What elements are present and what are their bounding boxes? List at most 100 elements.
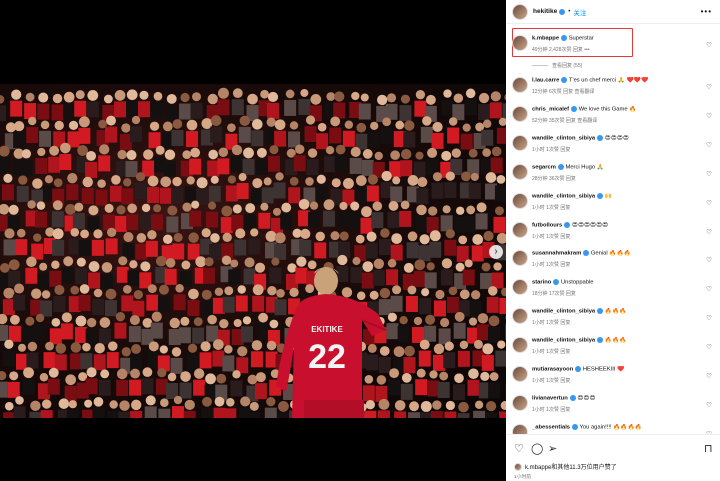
comment-text: You again!!!! 🔥🔥🔥🔥 xyxy=(579,424,643,431)
comment-username[interactable]: segarcm xyxy=(532,164,556,170)
comment-username[interactable]: _abessentials xyxy=(532,424,570,430)
like-comment-heart-icon[interactable]: ♡ xyxy=(706,83,712,91)
comment-meta: 1小时 1次赞 回复 xyxy=(532,320,571,327)
likes-summary[interactable]: k.mbappe和其他11.3万位用户赞了 xyxy=(525,462,617,471)
comment-meta: 1小时 1次赞 回复 xyxy=(532,406,571,413)
comment-text: 😍😍😍😍😍😍 xyxy=(571,222,609,229)
comment-meta: 1小时 1次赞 回复 xyxy=(532,146,571,153)
follow-button[interactable]: 关注 xyxy=(573,7,586,17)
like-comment-heart-icon[interactable]: ♡ xyxy=(706,199,712,207)
like-comment-heart-icon[interactable]: ♡ xyxy=(706,256,712,264)
comment-row: futbollours 😍😍😍😍😍😍 1小时 1次赞 回复 ♡ xyxy=(512,221,716,249)
avatar[interactable] xyxy=(512,366,528,382)
jersey-name: EKITIKE xyxy=(311,325,343,334)
comment-text: Unstoppable xyxy=(560,279,594,286)
avatar[interactable] xyxy=(512,279,528,296)
verified-badge-icon xyxy=(561,35,568,41)
comment-text: 🔥🔥🔥 xyxy=(604,308,627,315)
like-comment-heart-icon[interactable]: ♡ xyxy=(706,314,712,322)
bookmark-icon[interactable]: ⊓ xyxy=(704,442,713,455)
avatar[interactable] xyxy=(512,35,528,51)
like-comment-heart-icon[interactable]: ♡ xyxy=(706,401,712,409)
comment-meta: 52分钟 35次赞 回复 查看翻译 xyxy=(532,117,598,124)
verified-badge-icon xyxy=(553,279,560,286)
more-options-icon[interactable]: ••• xyxy=(701,7,712,16)
avatar[interactable] xyxy=(512,105,528,122)
comment-row: mutiarasayoon HESHEEKIII ❤️ 1小时 1次赞 回复 ♡ xyxy=(512,365,716,393)
avatar[interactable] xyxy=(512,134,528,151)
comment-username[interactable]: livianavertun xyxy=(532,395,568,401)
comment-username[interactable]: futbollours xyxy=(532,222,562,228)
like-comment-heart-icon[interactable]: ♡ xyxy=(706,285,712,293)
comment-username[interactable]: susannahmakram xyxy=(532,251,581,257)
verified-badge-icon xyxy=(569,394,576,401)
avatar[interactable] xyxy=(512,394,528,411)
post-media-area: 22 EKITIKE › xyxy=(0,0,506,481)
instagram-post-view: 22 EKITIKE › hekitike • 关注 ••• k.mbappe … xyxy=(0,0,720,481)
comment-username[interactable]: wandile_clinton_sibiya xyxy=(532,309,595,315)
comment-text: 🔥🔥🔥 xyxy=(604,337,627,344)
comment-text: T'es un chef merci 🙏 ❤️❤️❤️ xyxy=(568,77,649,84)
comment-row: wandile_clinton_sibiya 🔥🔥🔥 1小时 1次赞 回复 ♡ xyxy=(512,307,716,335)
share-icon[interactable]: ➢ xyxy=(548,442,557,455)
verified-badge-icon xyxy=(559,8,566,15)
comment-username[interactable]: chris_micalef xyxy=(532,106,569,112)
comment-meta: 28分钟 36次赞 回复 xyxy=(532,175,576,182)
like-comment-heart-icon[interactable]: ♡ xyxy=(706,141,712,149)
avatar[interactable] xyxy=(512,337,528,354)
author-avatar[interactable] xyxy=(512,3,528,20)
comment-username[interactable]: wandile_clinton_sibiya xyxy=(532,193,595,199)
avatar[interactable] xyxy=(512,221,528,238)
like-comment-heart-icon[interactable]: ♡ xyxy=(706,228,712,236)
comment-meta: 12分钟 6次赞 回复 查看翻译 xyxy=(532,89,595,95)
comment-text: Superstar xyxy=(568,35,594,42)
comment-icon[interactable]: ◯ xyxy=(531,442,543,455)
comment-row: _abessentials You again!!!! 🔥🔥🔥🔥♡ xyxy=(512,423,716,434)
comment-meta: 1小时 1次赞 回复 xyxy=(532,378,571,384)
heart-icon[interactable]: ♡ xyxy=(514,442,524,455)
verified-badge-icon xyxy=(557,163,564,170)
like-comment-heart-icon[interactable]: ♡ xyxy=(706,343,712,351)
avatar[interactable] xyxy=(512,77,528,93)
author-username[interactable]: hekitike xyxy=(533,8,557,15)
verified-badge-icon xyxy=(583,250,590,257)
verified-badge-icon xyxy=(561,77,568,83)
like-comment-heart-icon[interactable]: ♡ xyxy=(706,372,712,380)
comment-highlighted: k.mbappe Superstar 49分钟 2,428次赞 回复 ••• ♡ xyxy=(512,34,716,62)
like-comment-heart-icon[interactable]: ♡ xyxy=(706,41,712,49)
avatar[interactable] xyxy=(512,163,528,180)
comment-row: wandile_clinton_sibiya 😍😍😍😍 1小时 1次赞 回复 ♡ xyxy=(512,134,716,162)
comment-username[interactable]: wandile_clinton_sibiya xyxy=(532,135,595,141)
comment-text: We love this Game 🔥 xyxy=(578,106,637,113)
verified-badge-icon xyxy=(575,366,582,372)
avatar[interactable] xyxy=(512,192,528,209)
comment-username[interactable]: starino xyxy=(532,280,551,286)
verified-badge-icon xyxy=(564,221,571,228)
comment-username[interactable]: l.lau.carre xyxy=(532,78,559,84)
comment-username[interactable]: k.mbappe xyxy=(532,36,559,42)
comment-username[interactable]: wandile_clinton_sibiya xyxy=(532,338,595,344)
comment-text: 😍😍😍 xyxy=(577,395,596,402)
comment-row: wandile_clinton_sibiya 🙌 1小时 1次赞 回复 ♡ xyxy=(512,192,716,220)
player-figure: 22 EKITIKE xyxy=(276,267,387,418)
verified-badge-icon xyxy=(597,308,604,315)
liker-avatar xyxy=(514,462,522,471)
comment-text: Merci Hugo 🙏 xyxy=(565,164,604,171)
avatar[interactable] xyxy=(512,423,528,434)
comment-meta: 18分钟 17次赞 回复 xyxy=(532,291,576,298)
comments-panel: hekitike • 关注 ••• k.mbappe Superstar 49分… xyxy=(506,0,720,481)
comment-text: HESHEEKIII ❤️ xyxy=(582,366,625,373)
post-photo[interactable]: 22 EKITIKE xyxy=(0,84,506,418)
view-replies-link[interactable]: 查看回复 (55) xyxy=(532,62,582,69)
like-comment-heart-icon[interactable]: ♡ xyxy=(706,170,712,178)
comment-username[interactable]: mutiarasayoon xyxy=(532,367,573,373)
avatar[interactable] xyxy=(512,250,528,267)
comment-row: wandile_clinton_sibiya 🔥🔥🔥 1小时 1次赞 回复 ♡ xyxy=(512,336,716,364)
like-comment-heart-icon[interactable]: ♡ xyxy=(706,112,712,120)
verified-badge-icon xyxy=(572,423,579,430)
comment-meta: 1小时 1次赞 回复 xyxy=(532,262,571,269)
comment-row: chris_micalef We love this Game 🔥 52分钟 35… xyxy=(512,105,716,133)
jersey-number: 22 xyxy=(308,338,346,376)
next-image-button[interactable]: › xyxy=(489,245,503,259)
avatar[interactable] xyxy=(512,308,528,325)
